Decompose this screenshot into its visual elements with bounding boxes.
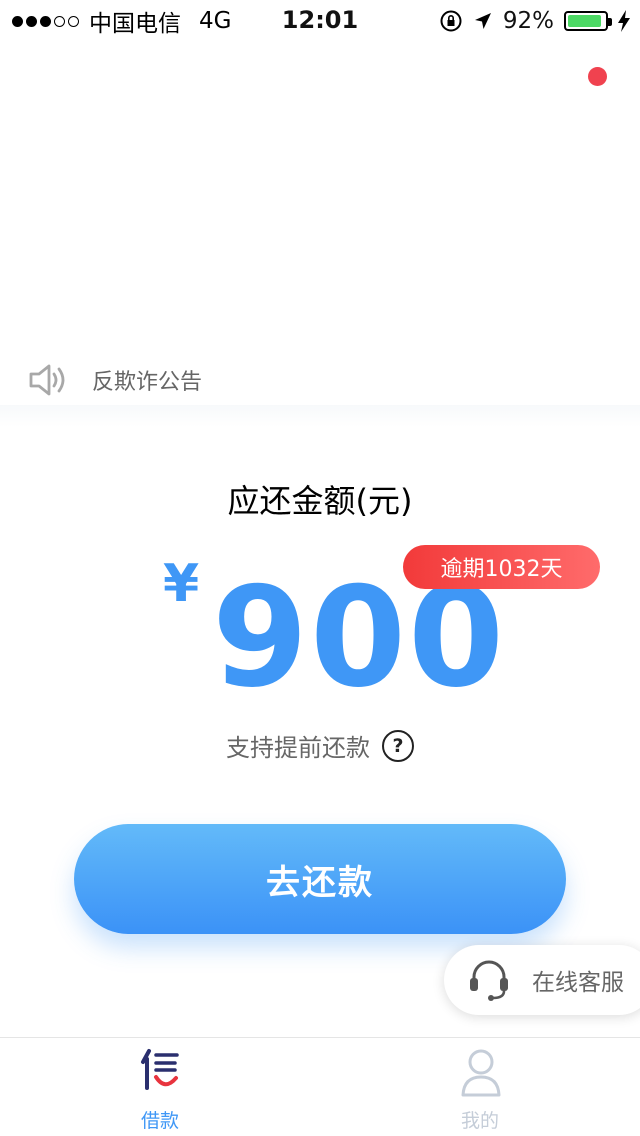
battery-percentage: 92%: [502, 8, 554, 34]
anti-fraud-notice[interactable]: 反欺诈公告: [28, 360, 202, 400]
orientation-lock-icon: [440, 10, 462, 32]
online-service-button[interactable]: 在线客服: [444, 945, 640, 1015]
tab-mine-label: 我的: [460, 1110, 499, 1132]
prepay-hint: 支持提前还款 ?: [0, 728, 640, 763]
question-circle-icon[interactable]: ?: [382, 729, 414, 762]
status-bar-right: 92%: [439, 6, 630, 36]
online-service-label: 在线客服: [532, 970, 624, 996]
overdue-badge: 逾期1032天: [403, 545, 600, 589]
charging-bolt-icon: [618, 10, 630, 32]
speaker-icon: [29, 364, 65, 396]
amount-due-title: 应还金额(元): [227, 482, 413, 520]
notification-dot[interactable]: [588, 67, 607, 86]
tab-loan[interactable]: 借款: [0, 1038, 320, 1136]
currency-symbol: ¥: [163, 554, 200, 614]
repay-button[interactable]: 去还款: [74, 824, 566, 934]
tab-loan-label: 借款: [140, 1110, 179, 1132]
loan-logo-icon: [141, 1049, 179, 1090]
user-icon: [461, 1049, 501, 1097]
battery-level: [568, 15, 602, 27]
tab-mine[interactable]: 我的: [320, 1038, 640, 1136]
status-bar: 中国电信 4G 12:01 92%: [0, 0, 640, 40]
headset-icon: [470, 960, 508, 1001]
tab-bar: 借款 我的: [0, 1037, 640, 1136]
battery-icon: [564, 11, 612, 31]
section-divider: [0, 405, 640, 427]
notice-label: 反欺诈公告: [92, 370, 203, 395]
location-icon: [474, 13, 491, 29]
prepay-text: 支持提前还款: [226, 734, 370, 762]
